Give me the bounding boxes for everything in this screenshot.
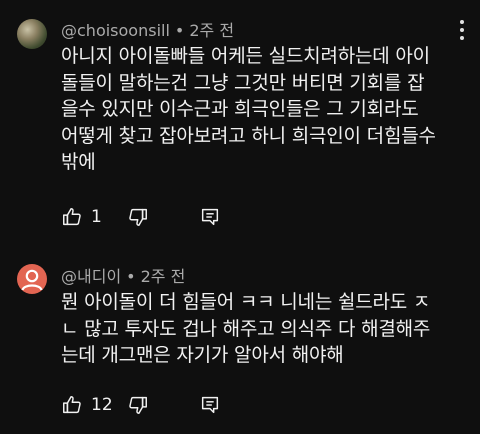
thumb-up-icon	[63, 208, 81, 226]
author-name[interactable]: @choisoonsill	[61, 21, 170, 40]
like-button[interactable]: 1	[61, 206, 127, 228]
like-count: 1	[91, 207, 102, 227]
comment-actions: 1	[61, 205, 221, 229]
thumb-up-icon	[63, 396, 81, 414]
separator: •	[174, 21, 185, 40]
thumb-down-icon	[129, 208, 147, 226]
comment-text: 아니지 아이돌빠들 어케든 실드치려하는데 아이 돌들이 말하는건 그냥 그것만…	[61, 45, 436, 173]
like-button[interactable]: 12	[61, 394, 127, 416]
comment-header: @내디이 • 2주 전	[61, 263, 186, 286]
reply-icon	[201, 396, 219, 414]
dislike-button[interactable]	[127, 206, 199, 228]
avatar[interactable]	[17, 264, 47, 294]
reply-icon	[201, 208, 219, 226]
avatar-default-icon	[21, 269, 43, 291]
avatar-image	[17, 19, 47, 49]
like-count: 12	[91, 395, 113, 415]
comment-actions: 12	[61, 393, 221, 417]
dislike-button[interactable]	[127, 394, 199, 416]
avatar[interactable]	[17, 19, 47, 49]
comment-time[interactable]: 2주 전	[189, 21, 234, 40]
comment-thread: @choisoonsill • 2주 전 아니지 아이돌빠들 어케든 실드치려하는데…	[0, 0, 480, 240]
author-name[interactable]: @내디이	[61, 267, 121, 286]
comment-text: 뭔 아이돌이 더 힘들어 ㅋㅋ 니네는 쉴드라도 ㅈ ㄴ 많고 투자도 겁나 해…	[61, 291, 431, 366]
separator: •	[126, 267, 136, 286]
reply-button[interactable]	[199, 394, 221, 416]
comment-thread: @내디이 • 2주 전 뭔 아이돌이 더 힘들어 ㅋㅋ 니네는 쉴드라도 ㅈ ㄴ 많…	[0, 248, 480, 434]
more-vert-icon[interactable]	[458, 20, 466, 40]
thumb-down-icon	[129, 396, 147, 414]
comment-header: @choisoonsill • 2주 전	[61, 17, 234, 40]
reply-button[interactable]	[199, 206, 221, 228]
comment-time[interactable]: 2주 전	[141, 267, 186, 286]
